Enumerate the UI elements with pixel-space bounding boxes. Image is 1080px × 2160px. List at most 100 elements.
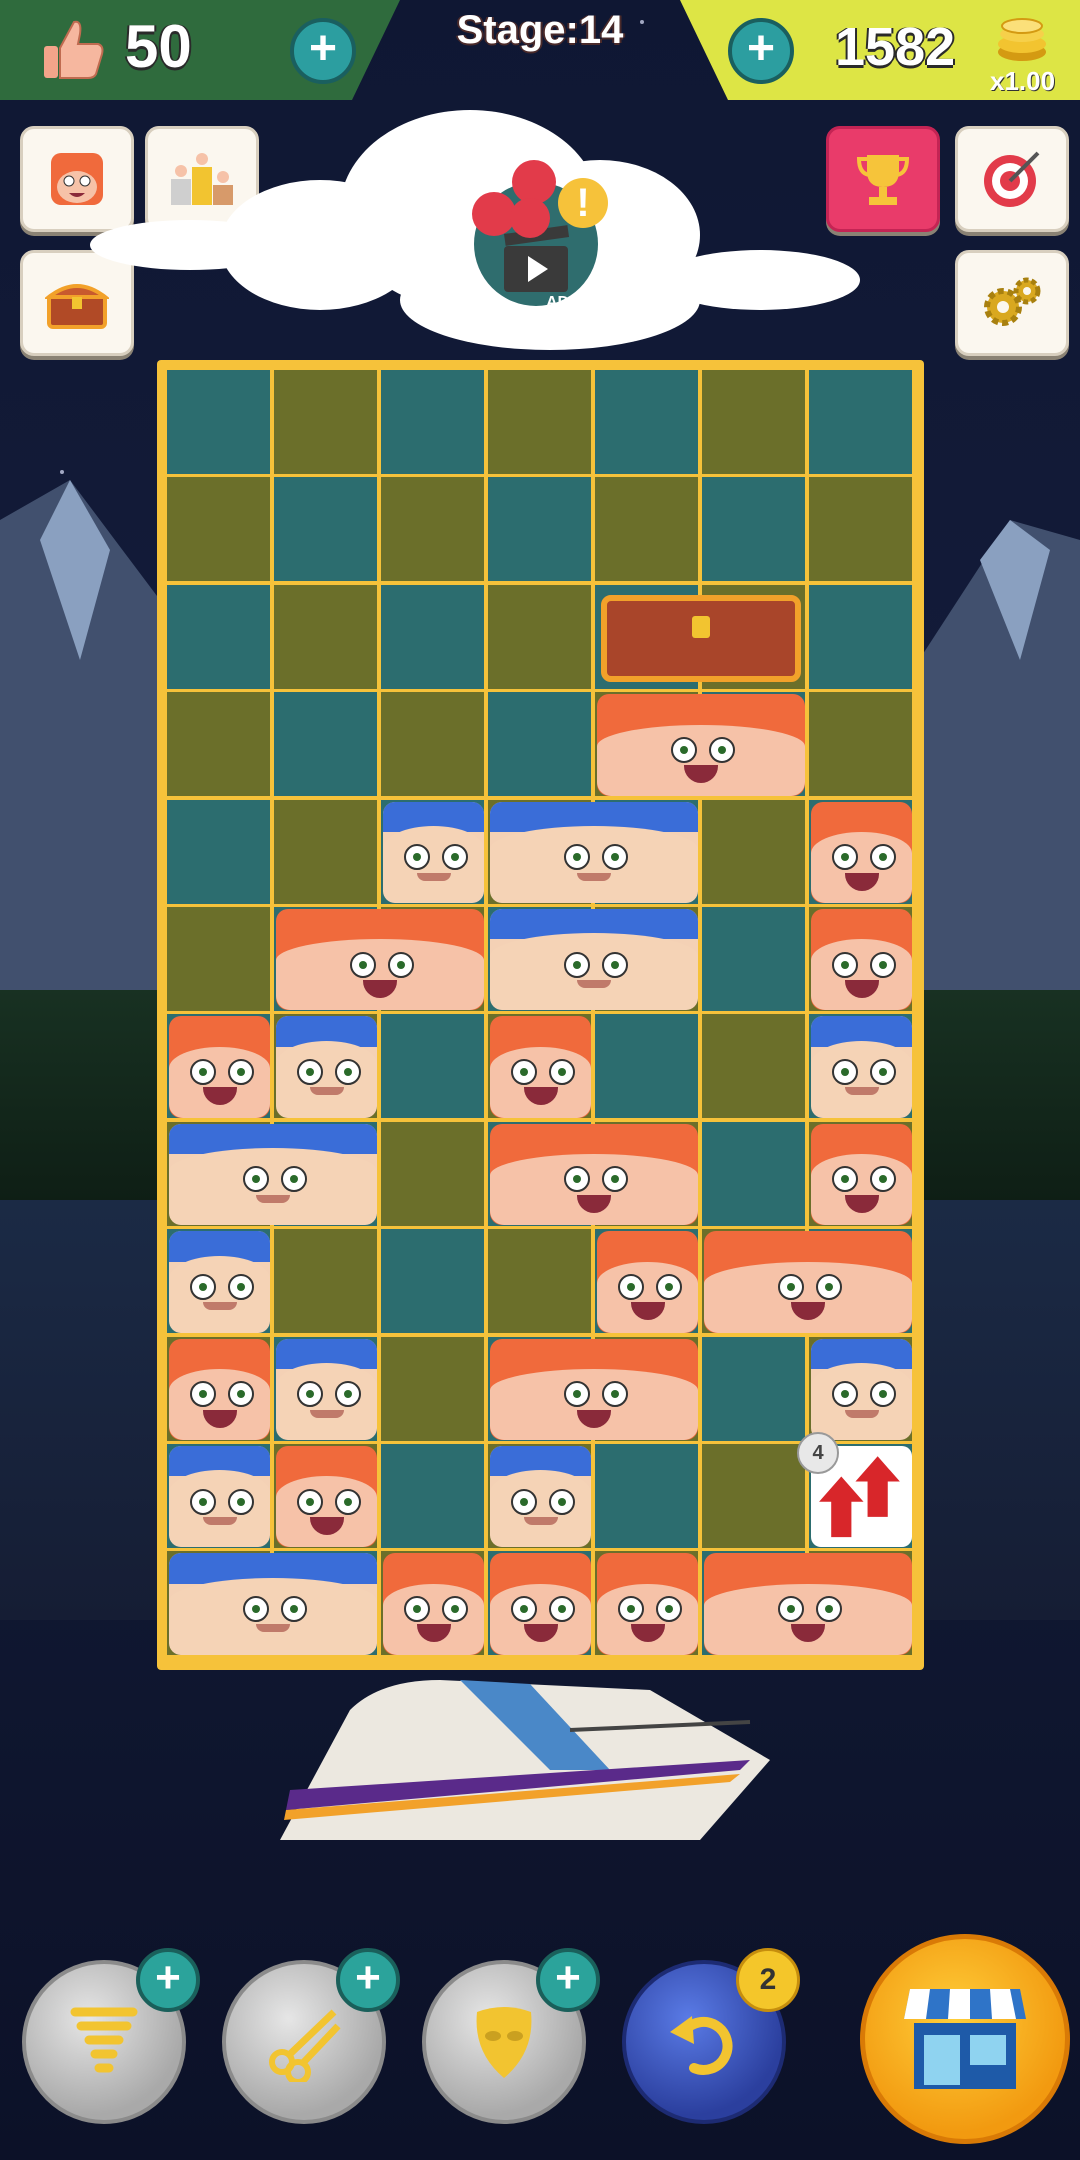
mask-icon	[476, 2007, 532, 2078]
tornado-add-button[interactable]: +	[136, 1948, 200, 2012]
treasure-chest-tile[interactable]	[601, 594, 801, 683]
treasure-button[interactable]	[20, 250, 134, 356]
board-cell	[274, 1229, 377, 1334]
mouth	[577, 979, 611, 988]
face	[383, 825, 484, 903]
bandana-face-tile[interactable]	[169, 1123, 377, 1226]
face	[704, 1261, 912, 1333]
bandana-face-tile[interactable]	[383, 801, 484, 903]
eye	[296, 1058, 323, 1085]
face	[169, 1148, 377, 1226]
target-button[interactable]	[955, 126, 1069, 232]
ginger-face-tile[interactable]	[811, 909, 912, 1011]
board-cell	[274, 799, 377, 904]
face	[811, 1154, 912, 1226]
bandana-face-tile[interactable]	[811, 1016, 912, 1118]
treasure-chest-icon	[45, 284, 109, 329]
eye	[617, 1273, 644, 1300]
shop-icon	[904, 1989, 1026, 2089]
mouth	[256, 1624, 290, 1633]
undo-count-badge: 2	[736, 1948, 800, 2012]
board-cell	[381, 370, 484, 474]
shop-button[interactable]	[860, 1934, 1070, 2144]
trophy-button[interactable]	[826, 126, 940, 232]
bandana-face-tile[interactable]	[169, 1553, 377, 1655]
eye	[869, 844, 896, 871]
face	[276, 1476, 377, 1548]
board-cell	[167, 799, 270, 904]
add-likes-button[interactable]: +	[290, 18, 356, 84]
bandana-face-tile[interactable]	[276, 1338, 377, 1440]
arrows-powerup-tile[interactable]: 4	[797, 1432, 912, 1548]
bandana-face-tile[interactable]	[490, 801, 698, 903]
ginger-face-tile[interactable]	[490, 1553, 591, 1655]
ginger-face-tile[interactable]	[704, 1553, 912, 1655]
ginger-face-tile[interactable]	[597, 1231, 698, 1333]
face	[490, 1154, 698, 1226]
ginger-face-tile[interactable]	[169, 1338, 270, 1440]
ginger-face-tile[interactable]	[597, 694, 805, 796]
board-cell	[381, 692, 484, 797]
face	[597, 724, 805, 796]
eye	[334, 1058, 361, 1085]
game-board-grid: 4	[167, 370, 912, 1658]
ginger-face-tile[interactable]	[490, 1338, 698, 1440]
board-cell	[702, 799, 805, 904]
target-icon	[984, 151, 1040, 207]
face	[490, 933, 698, 1011]
eye	[831, 1058, 858, 1085]
eye	[227, 1381, 254, 1408]
board-cell	[167, 907, 270, 1011]
board-cell	[381, 477, 484, 582]
ginger-face-tile[interactable]	[811, 1123, 912, 1226]
ginger-face-tile[interactable]	[597, 1553, 698, 1655]
bandana-face-tile[interactable]	[811, 1338, 912, 1440]
face	[169, 1046, 270, 1118]
bandana-face-tile[interactable]	[490, 1446, 591, 1548]
scissors-add-button[interactable]: +	[336, 1948, 400, 2012]
mouth	[202, 1516, 237, 1525]
board-cell	[595, 370, 698, 474]
power-up-icon	[512, 160, 556, 204]
board-cell	[167, 692, 270, 797]
ginger-face-tile[interactable]	[490, 1123, 698, 1226]
board-cell	[702, 1121, 805, 1226]
mouth	[309, 1087, 344, 1096]
bandana-face-tile[interactable]	[490, 909, 698, 1011]
face	[169, 1369, 270, 1440]
bandana-face-tile[interactable]	[276, 1016, 377, 1118]
ginger-face-tile[interactable]	[276, 909, 484, 1011]
mouth	[256, 1194, 290, 1203]
ginger-face-tile[interactable]	[383, 1553, 484, 1655]
board-cell	[167, 370, 270, 474]
ginger-face-tile[interactable]	[490, 1016, 591, 1118]
profile-button[interactable]	[20, 126, 134, 232]
stage-label: Stage:14	[456, 8, 624, 52]
board-cell	[274, 584, 377, 689]
mouth	[202, 1302, 237, 1311]
face	[597, 1583, 698, 1655]
board-cell	[702, 1014, 805, 1119]
eye	[869, 1058, 896, 1085]
coin-stack-icon	[995, 12, 1049, 66]
settings-button[interactable]	[955, 250, 1069, 356]
face	[276, 1362, 377, 1440]
board-cell	[488, 692, 591, 797]
ginger-face-tile[interactable]	[276, 1446, 377, 1548]
face	[811, 1040, 912, 1118]
board-cell	[809, 477, 912, 582]
ginger-face-tile[interactable]	[704, 1231, 912, 1333]
face	[276, 939, 484, 1011]
ginger-face-tile[interactable]	[169, 1016, 270, 1118]
eye	[403, 844, 430, 871]
mask-add-button[interactable]: +	[536, 1948, 600, 2012]
eye	[403, 1595, 430, 1622]
board-cell	[595, 1014, 698, 1119]
eye	[296, 1381, 323, 1408]
bandana-face-tile[interactable]	[169, 1231, 270, 1333]
bandana-face-tile[interactable]	[169, 1446, 270, 1548]
ginger-face-tile[interactable]	[811, 801, 912, 903]
add-coins-button[interactable]: +	[728, 18, 794, 84]
eye	[564, 844, 590, 871]
profile-icon	[51, 153, 103, 205]
